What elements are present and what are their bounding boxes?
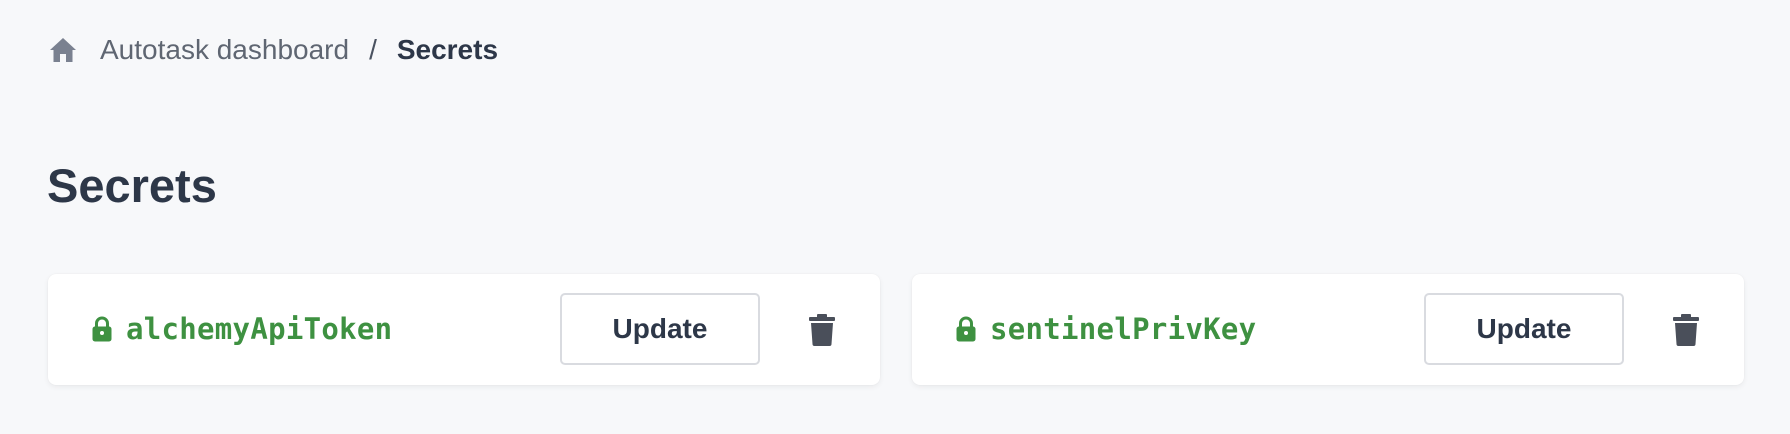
secrets-page: Autotask dashboard / Secrets Secrets alc… <box>0 0 1790 434</box>
lock-icon <box>92 315 114 343</box>
breadcrumb: Autotask dashboard / Secrets <box>48 30 498 70</box>
home-icon[interactable] <box>48 35 78 65</box>
breadcrumb-autotask-dashboard-link[interactable]: Autotask dashboard <box>100 34 349 66</box>
secret-name-label: sentinelPrivKey <box>990 312 1257 346</box>
secret-card: sentinelPrivKey Update <box>912 274 1744 385</box>
update-button[interactable]: Update <box>1424 293 1624 365</box>
secret-card: alchemyApiToken Update <box>48 274 880 385</box>
page-title: Secrets <box>47 159 217 212</box>
breadcrumb-separator: / <box>369 34 377 65</box>
secret-name: sentinelPrivKey <box>956 312 1256 346</box>
trash-icon[interactable] <box>805 312 839 348</box>
secret-name: alchemyApiToken <box>92 312 392 346</box>
lock-icon <box>956 315 978 343</box>
breadcrumb-current: Secrets <box>396 34 499 65</box>
secret-name-label: alchemyApiToken <box>126 312 393 346</box>
trash-icon[interactable] <box>1669 312 1703 348</box>
update-button[interactable]: Update <box>560 293 760 365</box>
secrets-list: alchemyApiToken Update sentinelPrivKey U… <box>48 274 1744 385</box>
